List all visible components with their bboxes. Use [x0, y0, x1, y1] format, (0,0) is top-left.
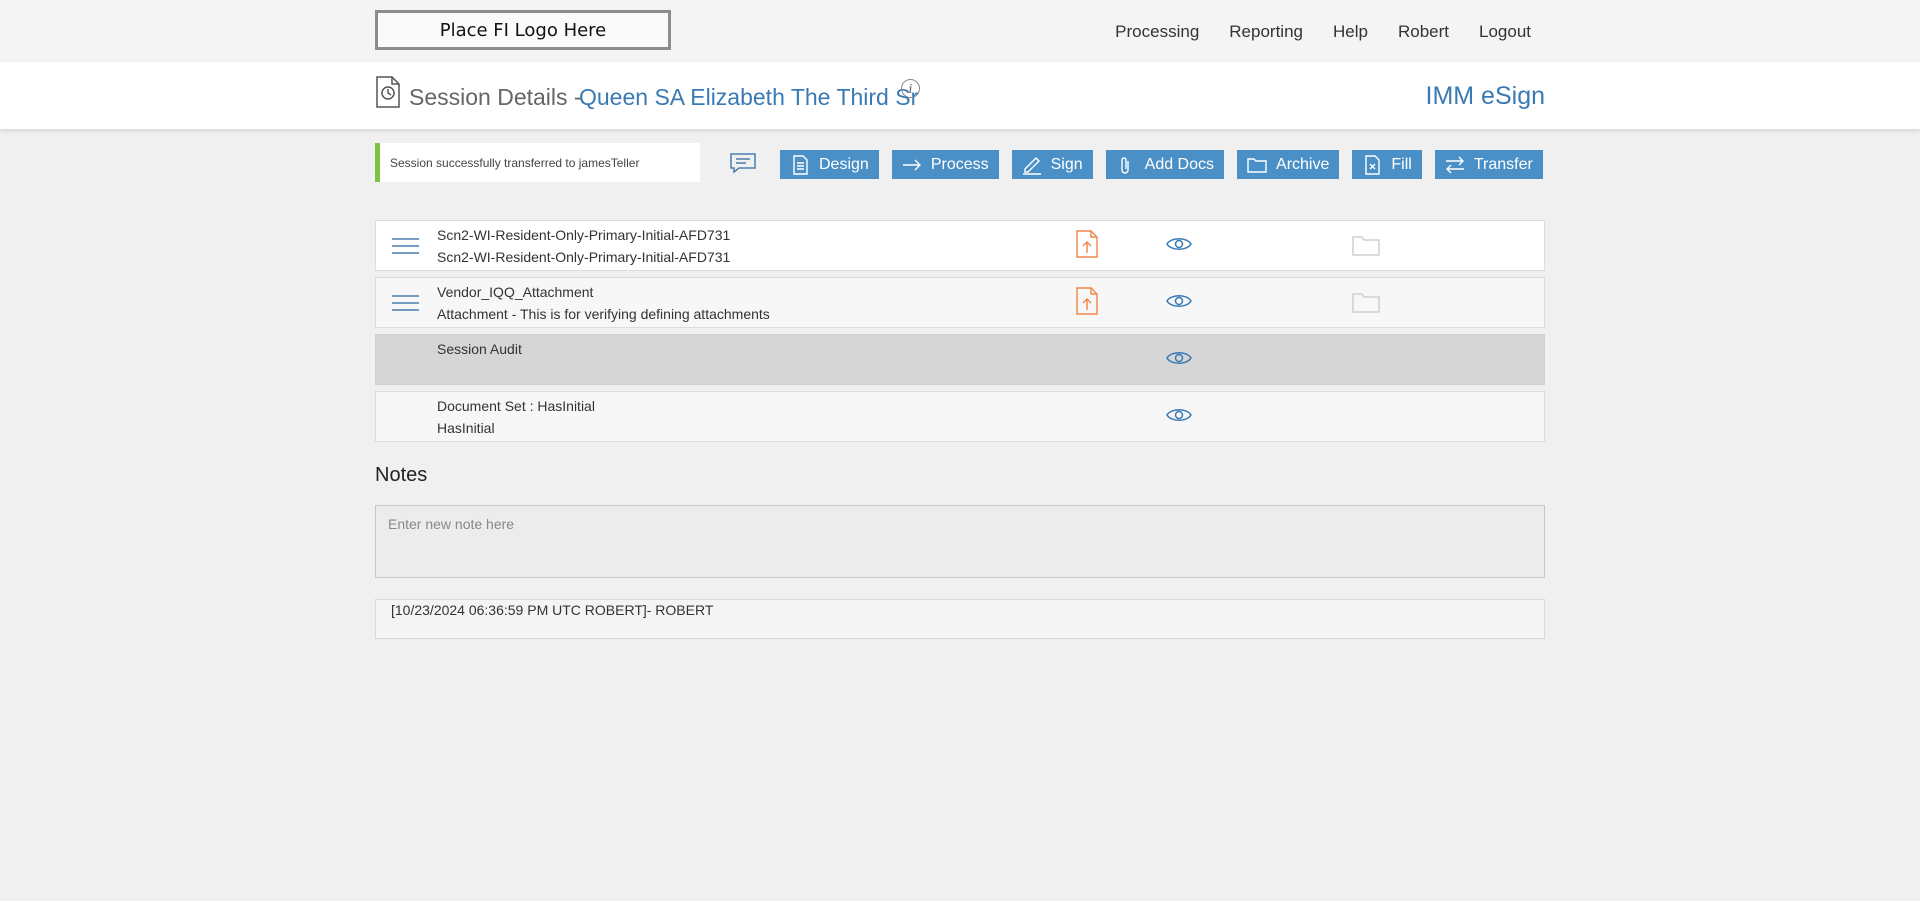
document-row[interactable]: Scn2-WI-Resident-Only-Primary-Initial-AF… — [375, 220, 1545, 271]
top-bar: Place FI Logo Here Processing Reporting … — [0, 0, 1920, 62]
document-title: Document Set : HasInitial — [437, 398, 595, 414]
toast-message: Session successfully transferred to jame… — [390, 155, 640, 170]
document-description: Scn2-WI-Resident-Only-Primary-Initial-AF… — [437, 249, 731, 265]
folder-icon — [1247, 157, 1267, 173]
fi-logo-placeholder: Place FI Logo Here — [375, 10, 671, 50]
eye-icon[interactable] — [1166, 235, 1192, 253]
process-button[interactable]: Process — [891, 150, 999, 179]
upload-file-icon[interactable] — [1076, 287, 1098, 315]
new-note-input[interactable] — [375, 505, 1545, 578]
nav-help[interactable]: Help — [1333, 22, 1368, 42]
document-list: Scn2-WI-Resident-Only-Primary-Initial-AF… — [375, 220, 1545, 448]
eye-icon[interactable] — [1166, 292, 1192, 310]
pen-icon — [1022, 156, 1041, 175]
nav-user-robert[interactable]: Robert — [1398, 22, 1449, 42]
document-row[interactable]: Document Set : HasInitial HasInitial — [375, 391, 1545, 442]
fill-button[interactable]: Fill — [1352, 150, 1422, 179]
nav-processing[interactable]: Processing — [1115, 22, 1199, 42]
add-docs-label: Add Docs — [1144, 155, 1215, 173]
design-button[interactable]: Design — [780, 150, 879, 179]
nav-logout[interactable]: Logout — [1479, 22, 1531, 42]
folder-icon[interactable] — [1352, 291, 1380, 313]
document-row-selected[interactable]: Session Audit — [375, 334, 1545, 385]
design-icon — [793, 154, 808, 175]
eye-icon[interactable] — [1166, 406, 1192, 424]
fill-doc-icon — [1365, 154, 1381, 175]
document-title: Vendor_IQQ_Attachment — [437, 284, 594, 300]
arrow-right-icon — [902, 159, 921, 170]
eye-icon[interactable] — [1166, 349, 1192, 367]
swap-icon — [1445, 156, 1464, 173]
hamburger-menu-icon[interactable] — [392, 294, 419, 312]
add-docs-button[interactable]: Add Docs — [1105, 150, 1225, 179]
design-label: Design — [819, 155, 869, 173]
document-history-icon — [376, 76, 400, 108]
note-entry-text: [10/23/2024 06:36:59 PM UTC ROBERT]- ROB… — [391, 602, 714, 618]
sign-button[interactable]: Sign — [1011, 150, 1093, 179]
brand-name: IMM eSign — [1425, 82, 1545, 110]
transfer-label: Transfer — [1473, 155, 1533, 173]
document-description: Attachment - This is for verifying defin… — [437, 306, 770, 322]
folder-icon[interactable] — [1352, 234, 1380, 256]
archive-label: Archive — [1276, 155, 1330, 173]
page-title-label: Session Details - — [409, 84, 582, 110]
note-entry: [10/23/2024 06:36:59 PM UTC ROBERT]- ROB… — [375, 599, 1545, 639]
document-description: HasInitial — [437, 420, 495, 436]
top-nav: Processing Reporting Help Robert Logout — [1115, 22, 1531, 42]
process-label: Process — [930, 155, 989, 173]
upload-file-icon[interactable] — [1076, 230, 1098, 258]
document-title: Scn2-WI-Resident-Only-Primary-Initial-AF… — [437, 227, 731, 243]
document-row[interactable]: Vendor_IQQ_Attachment Attachment - This … — [375, 277, 1545, 328]
notes-heading: Notes — [375, 464, 428, 486]
fill-label: Fill — [1391, 155, 1412, 173]
transfer-button[interactable]: Transfer — [1434, 150, 1543, 179]
session-header: Session Details - Queen SA Elizabeth The… — [0, 62, 1920, 129]
paperclip-icon — [1120, 156, 1129, 174]
archive-button[interactable]: Archive — [1237, 150, 1340, 179]
session-name: Queen SA Elizabeth The Third Sr — [579, 84, 919, 110]
document-title: Session Audit — [437, 341, 522, 357]
hamburger-menu-icon[interactable] — [392, 237, 419, 255]
status-toast: Session successfully transferred to jame… — [375, 143, 700, 182]
action-toolbar: Design Process Sign Add Docs Archive Fil… — [780, 150, 1543, 179]
nav-reporting[interactable]: Reporting — [1229, 22, 1303, 42]
sign-label: Sign — [1050, 155, 1083, 173]
info-icon[interactable]: i — [901, 79, 920, 98]
comment-icon[interactable] — [729, 152, 757, 174]
